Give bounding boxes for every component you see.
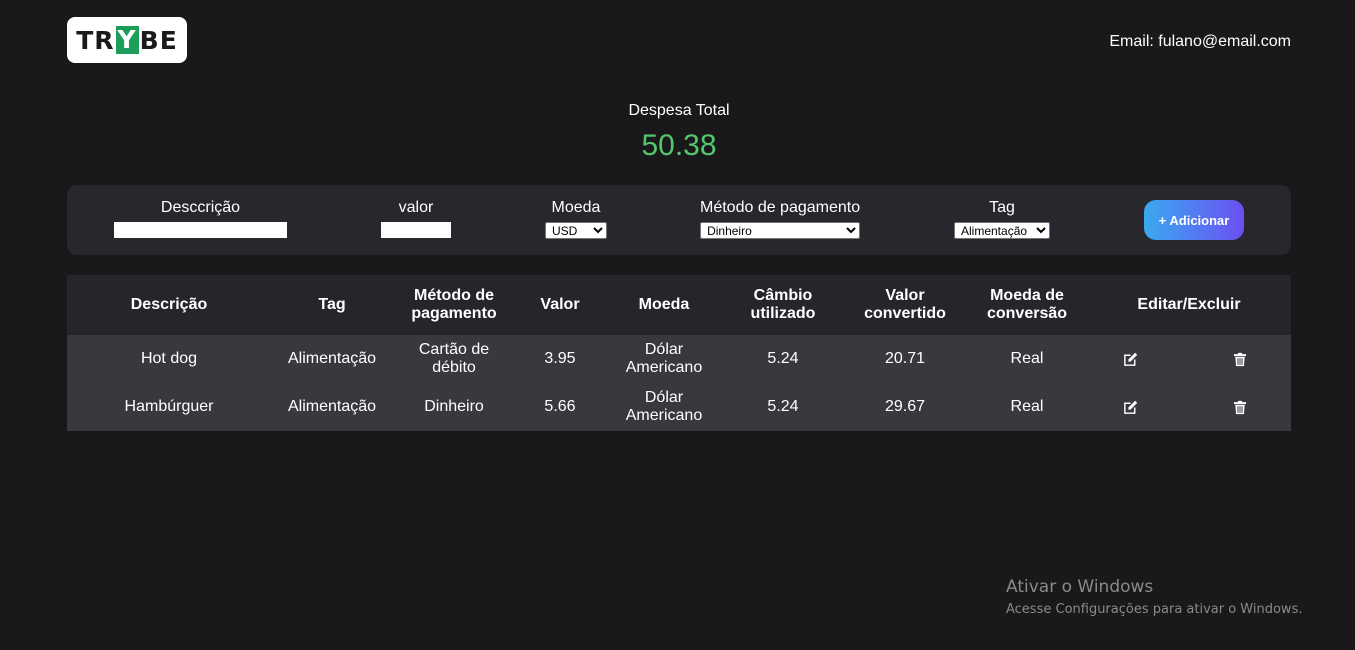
total-expense-label: Despesa Total — [628, 102, 730, 119]
table-row: Hot dog Alimentação Cartão de débito 3.9… — [67, 335, 1291, 383]
cell-rate: 5.24 — [767, 398, 799, 415]
cell-value: 5.66 — [544, 398, 576, 415]
trash-icon[interactable] — [1231, 350, 1249, 368]
method-select[interactable]: Dinheiro — [700, 222, 861, 239]
user-email: Email: fulano@email.com — [1109, 33, 1291, 50]
cell-conversion-currency: Real — [1010, 398, 1044, 415]
trash-icon[interactable] — [1231, 398, 1249, 416]
cell-description: Hambúrguer — [124, 398, 214, 415]
trybe-logo: TR Y BE — [67, 17, 187, 63]
cell-converted: 20.71 — [884, 350, 926, 367]
expense-form: Desccrição valor Moeda USD Método de pag… — [67, 185, 1291, 255]
cell-method: Cartão de débito — [418, 341, 490, 376]
cell-tag: Alimentação — [287, 350, 377, 367]
windows-activation-title: Ativar o Windows — [1006, 577, 1154, 597]
value-group: valor — [381, 199, 451, 238]
cell-conversion-currency: Real — [1010, 350, 1044, 367]
description-input[interactable] — [114, 222, 287, 238]
tag-label: Tag — [989, 199, 1015, 216]
description-label: Desccrição — [160, 199, 241, 216]
header-currency: Moeda — [638, 296, 690, 313]
logo-text-end: BE — [139, 25, 178, 55]
windows-activation-subtitle: Acesse Configurações para ativar o Windo… — [1006, 602, 1303, 617]
wallet-page: TR Y BE Email: fulano@email.com Despesa To… — [0, 0, 1355, 650]
row-actions — [1091, 350, 1287, 368]
currency-label: Moeda — [551, 199, 601, 216]
currency-select[interactable]: USD — [545, 222, 607, 239]
cell-actions — [1087, 335, 1291, 383]
tag-select[interactable]: Alimentação — [954, 222, 1050, 239]
edit-icon[interactable] — [1121, 350, 1139, 368]
header-converted: Valor convertido — [864, 287, 946, 322]
method-group: Método de pagamento Dinheiro — [700, 199, 860, 239]
edit-icon[interactable] — [1121, 398, 1139, 416]
cell-converted: 29.67 — [884, 398, 926, 415]
cell-value: 3.95 — [544, 350, 576, 367]
header-method: Método de pagamento — [411, 287, 497, 322]
expenses-table-wrapper: Descrição Tag Método de pagamento Valor … — [67, 275, 1291, 431]
row-actions — [1091, 398, 1287, 416]
table-row: Hambúrguer Alimentação Dinheiro 5.66 Dól… — [67, 383, 1291, 431]
cell-description: Hot dog — [140, 350, 198, 367]
header-actions: Editar/Excluir — [1137, 296, 1241, 313]
cell-currency: Dólar Americano — [625, 389, 703, 424]
method-label: Método de pagamento — [700, 199, 861, 216]
description-group: Desccrição — [114, 199, 287, 238]
value-input[interactable] — [381, 222, 451, 238]
cell-rate: 5.24 — [767, 350, 799, 367]
cell-method: Dinheiro — [424, 398, 484, 415]
value-label: valor — [398, 199, 434, 216]
expenses-table: Descrição Tag Método de pagamento Valor … — [67, 275, 1291, 431]
header-value: Valor — [540, 296, 580, 313]
logo-text-y: Y — [115, 25, 139, 54]
header-tag: Tag — [318, 296, 346, 313]
add-expense-button[interactable]: + Adicionar — [1144, 200, 1244, 240]
cell-currency: Dólar Americano — [625, 341, 703, 376]
table-header-row: Descrição Tag Método de pagamento Valor … — [67, 275, 1291, 335]
logo-text-start: TR — [76, 25, 115, 55]
header-conversion-currency: Moeda de conversão — [986, 287, 1068, 322]
header-rate: Câmbio utilizado — [750, 287, 816, 322]
total-expense-value: 50.38 — [641, 129, 717, 162]
tag-group: Tag Alimentação — [954, 199, 1050, 239]
currency-group: Moeda USD — [545, 199, 607, 239]
cell-actions — [1087, 383, 1291, 431]
header-description: Descrição — [130, 296, 208, 313]
cell-tag: Alimentação — [287, 398, 377, 415]
